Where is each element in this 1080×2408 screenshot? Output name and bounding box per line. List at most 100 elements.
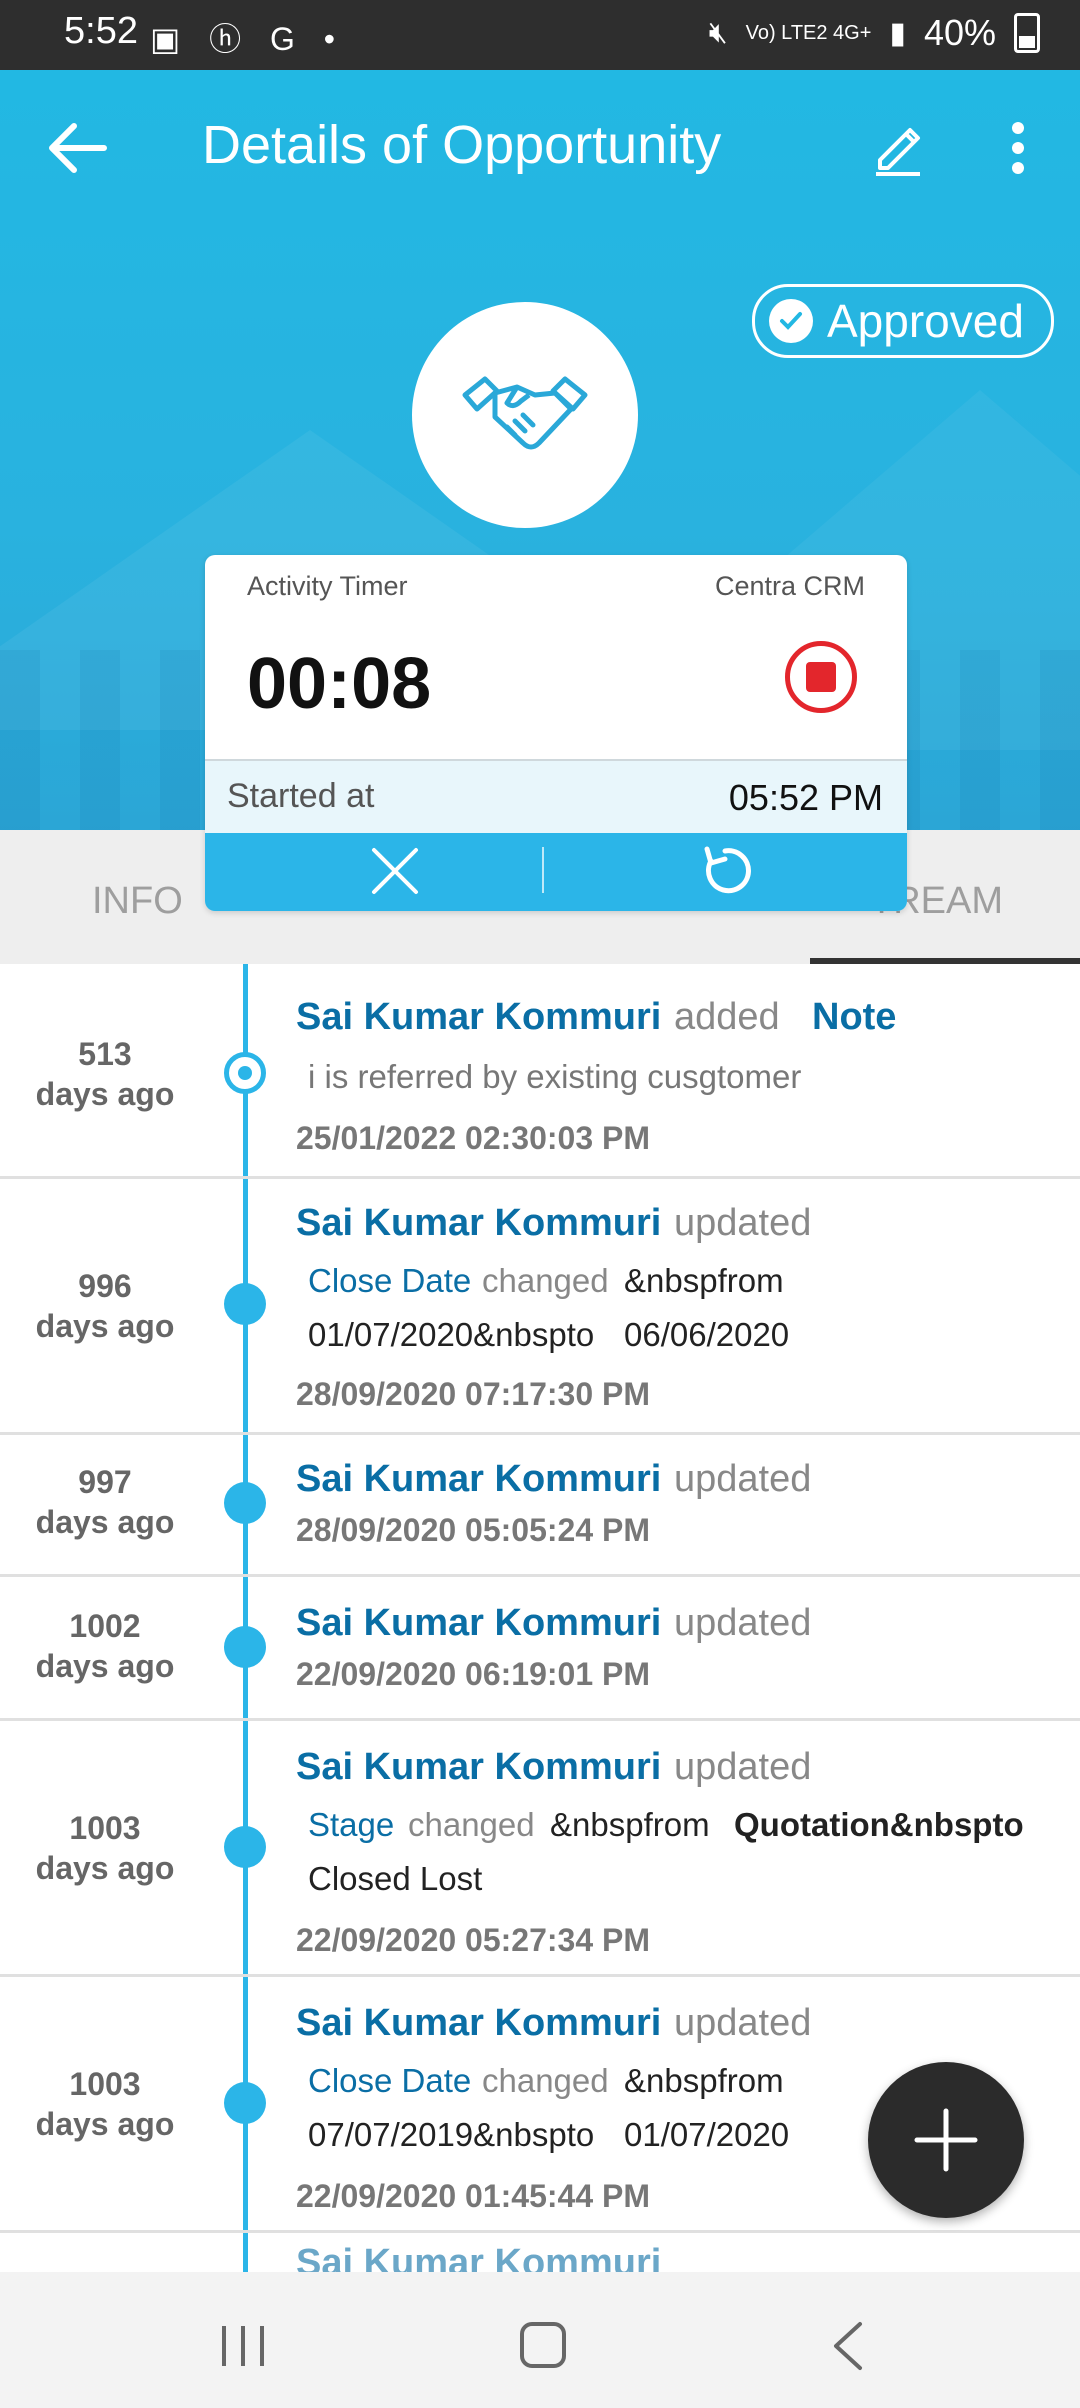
home-button[interactable] xyxy=(520,2322,566,2368)
list-item[interactable]: 997 days ago Sai Kumar Kommuri updated 2… xyxy=(0,1432,1080,1577)
stop-timer-button[interactable] xyxy=(785,641,857,713)
from-value: 07/07/2019&nbspto xyxy=(308,2116,595,2153)
activity-timer-card: Activity Timer Centra CRM 00:08 Started … xyxy=(205,555,907,911)
days-ago: 1003 days ago xyxy=(0,2064,210,2144)
user-name[interactable]: Sai Kumar Kommuri xyxy=(296,1458,661,1501)
user-name[interactable]: Sai Kumar Kommuri xyxy=(296,1746,661,1789)
timeline-node-icon xyxy=(224,1626,266,1668)
days-ago-number: 1003 xyxy=(69,1810,141,1846)
days-ago-unit: days ago xyxy=(35,1308,175,1344)
cancel-timer-button[interactable] xyxy=(345,841,445,901)
add-activity-button[interactable] xyxy=(868,2062,1024,2218)
status-badge-label: Approved xyxy=(827,295,1024,347)
timeline-node-icon xyxy=(224,1052,266,1094)
signal-icon: ▮ xyxy=(889,16,906,50)
days-ago-unit: days ago xyxy=(35,1850,175,1886)
action-text: updated xyxy=(674,1458,812,1500)
from-value: Quotation&nbspto xyxy=(734,1806,1024,1843)
mute-icon: 🔇︎ xyxy=(708,16,728,49)
action-text: added xyxy=(674,996,780,1038)
list-item[interactable]: Sai Kumar Kommuri xyxy=(0,2230,1080,2272)
action-text: updated xyxy=(674,1602,812,1644)
more-vert-icon xyxy=(1012,122,1024,174)
status-bar: 5:52 ▣ ⓗ G • 🔇︎ Vo) LTE2 4G+ ▮ 40% xyxy=(0,0,1080,70)
notification-icons: ▣ ⓗ G • xyxy=(150,21,346,57)
timestamp: 22/09/2020 06:19:01 PM xyxy=(296,1656,651,1692)
system-back-button[interactable] xyxy=(828,2320,868,2372)
tab-info[interactable]: INFO xyxy=(92,880,183,923)
days-ago: 1003 days ago xyxy=(0,1808,210,1888)
action-text: updated xyxy=(674,2002,812,2044)
days-ago: 1002 days ago xyxy=(0,1606,210,1686)
timer-actions xyxy=(205,833,907,911)
days-ago-number: 513 xyxy=(78,1036,132,1072)
back-button[interactable] xyxy=(40,118,120,178)
user-name-partial[interactable]: Sai Kumar Kommuri xyxy=(296,2242,661,2272)
timestamp: 28/09/2020 05:05:24 PM xyxy=(296,1512,651,1548)
status-time: 5:52 xyxy=(64,10,138,52)
status-right: 🔇︎ Vo) LTE2 4G+ ▮ 40% xyxy=(709,12,1040,54)
user-name[interactable]: Sai Kumar Kommuri xyxy=(296,996,661,1039)
refresh-icon xyxy=(704,846,751,894)
days-ago-unit: days ago xyxy=(35,2106,175,2142)
timer-elapsed: 00:08 xyxy=(247,644,432,724)
handshake-icon xyxy=(462,376,588,450)
edit-button[interactable] xyxy=(868,118,928,178)
changed-word: changed xyxy=(408,1806,535,1843)
started-label: Started at xyxy=(227,777,375,815)
reset-timer-button[interactable] xyxy=(675,839,775,903)
changed-word: changed xyxy=(482,1262,609,1299)
action-keyword: Note xyxy=(812,996,897,1038)
user-name[interactable]: Sai Kumar Kommuri xyxy=(296,1202,661,1245)
plus-icon xyxy=(914,2108,978,2172)
timer-label: Activity Timer xyxy=(247,571,408,601)
days-ago-number: 997 xyxy=(78,1464,132,1500)
recent-apps-icon xyxy=(222,2326,264,2366)
timer-started-row: Started at 05:52 PM xyxy=(205,759,907,835)
timestamp: 25/01/2022 02:30:03 PM xyxy=(296,1120,651,1156)
opportunity-avatar xyxy=(412,302,638,528)
recent-apps-button[interactable] xyxy=(218,2324,268,2368)
list-item[interactable]: 1003 days ago Sai Kumar Kommuri updated … xyxy=(0,1718,1080,1977)
close-icon xyxy=(372,848,418,894)
more-button[interactable] xyxy=(1000,118,1036,178)
changed-word: changed xyxy=(482,2062,609,2099)
list-item[interactable]: 1002 days ago Sai Kumar Kommuri updated … xyxy=(0,1574,1080,1721)
timeline-node-icon xyxy=(224,1482,266,1524)
to-value: 01/07/2020 xyxy=(624,2116,790,2153)
timestamp: 22/09/2020 05:27:34 PM xyxy=(296,1922,651,1958)
days-ago-number: 1002 xyxy=(69,1608,141,1644)
chevron-left-icon xyxy=(834,2322,862,2370)
to-value: Closed Lost xyxy=(308,1860,483,1897)
battery-icon xyxy=(1014,13,1040,53)
changed-field: Close Date xyxy=(308,2062,472,2099)
days-ago: 997 days ago xyxy=(0,1462,210,1542)
timeline-node-icon xyxy=(224,1826,266,1868)
arrow-left-icon xyxy=(49,123,107,173)
user-name[interactable]: Sai Kumar Kommuri xyxy=(296,1602,661,1645)
page-title: Details of Opportunity xyxy=(202,115,722,175)
from-label: &nbspfrom xyxy=(550,1806,710,1843)
system-nav-bar xyxy=(0,2272,1080,2408)
timeline-node-icon xyxy=(224,2082,266,2124)
list-item[interactable]: 513 days ago Sai Kumar Kommuri added Not… xyxy=(0,964,1080,1179)
days-ago-number: 996 xyxy=(78,1268,132,1304)
changed-field: Stage xyxy=(308,1806,395,1843)
stop-icon xyxy=(806,662,836,692)
list-item[interactable]: 996 days ago Sai Kumar Kommuri updated C… xyxy=(0,1176,1080,1435)
check-circle-icon xyxy=(769,299,813,343)
days-ago-unit: days ago xyxy=(35,1648,175,1684)
user-name[interactable]: Sai Kumar Kommuri xyxy=(296,2002,661,2045)
actions-divider xyxy=(542,847,544,893)
battery-percent: 40% xyxy=(923,12,996,53)
to-value: 06/06/2020 xyxy=(624,1316,790,1353)
timestamp: 28/09/2020 07:17:30 PM xyxy=(296,1376,651,1412)
days-ago: 996 days ago xyxy=(0,1266,210,1346)
note-text: i is referred by existing cusgtomer xyxy=(308,1058,802,1095)
changed-field: Close Date xyxy=(308,1262,472,1299)
pencil-icon xyxy=(876,128,920,176)
timer-app-name: Centra CRM xyxy=(714,571,865,601)
action-text: updated xyxy=(674,1746,812,1788)
days-ago-unit: days ago xyxy=(35,1504,175,1540)
started-value: 05:52 PM xyxy=(728,777,883,818)
